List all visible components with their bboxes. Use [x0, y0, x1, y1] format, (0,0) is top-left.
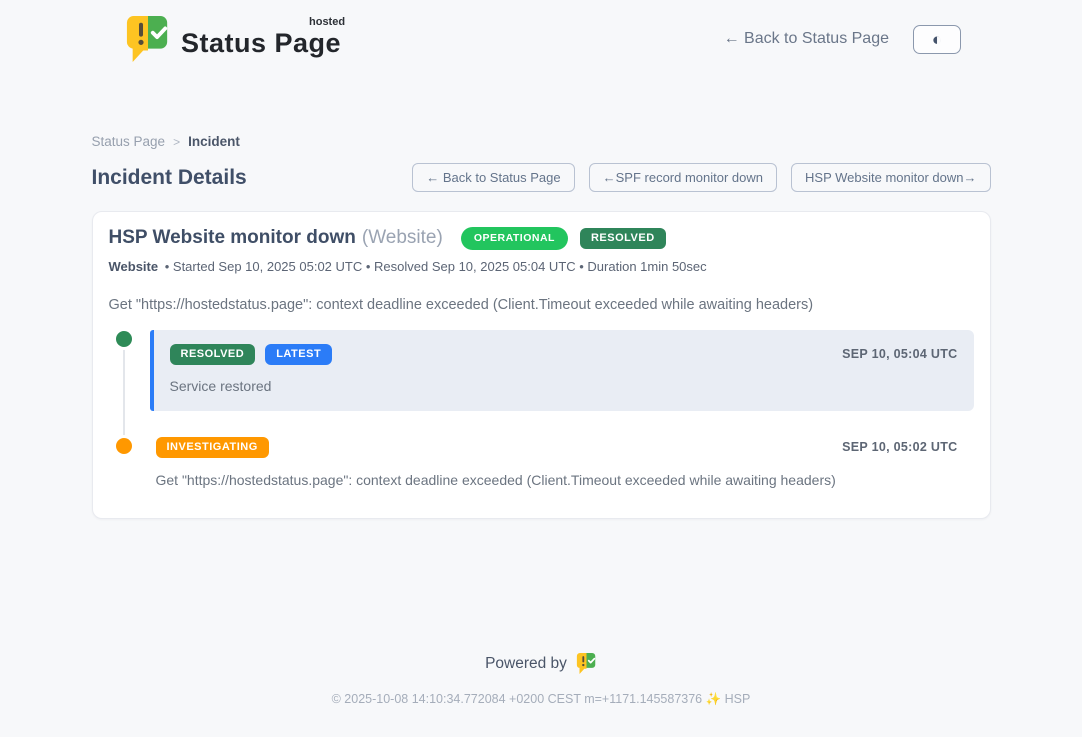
incident-card: HSP Website monitor down (Website) OPERA…	[92, 211, 991, 519]
timeline-item-investigating: INVESTIGATING SEP 10, 05:02 UTC Get "htt…	[150, 437, 974, 488]
timeline-timestamp: SEP 10, 05:04 UTC	[842, 347, 957, 361]
header-back-to-status-page-link[interactable]: ← Back to Status Page	[724, 30, 889, 48]
timeline-dot-orange	[116, 438, 132, 454]
incident-meta-details: • Started Sep 10, 2025 05:02 UTC • Resol…	[165, 259, 707, 274]
timeline-timestamp: SEP 10, 05:02 UTC	[842, 440, 957, 454]
footer: Powered by © 2025-10-08 14:10:34.772084 …	[0, 652, 1082, 707]
powered-by: Powered by	[0, 652, 1082, 675]
copyright-line: © 2025-10-08 14:10:34.772084 +0200 CEST …	[0, 692, 1082, 707]
main-content: Status Page > Incident Incident Details …	[92, 134, 991, 519]
timeline-badges: RESOLVED LATEST	[170, 344, 333, 365]
incident-meta-component: Website	[109, 259, 159, 274]
timeline-update-highlighted: RESOLVED LATEST SEP 10, 05:04 UTC Servic…	[150, 330, 974, 411]
incident-description: Get "https://hostedstatus.page": context…	[109, 297, 974, 313]
logo-text: Status Page	[181, 28, 341, 58]
timeline-message: Service restored	[170, 378, 958, 394]
timeline-update-plain: INVESTIGATING SEP 10, 05:02 UTC Get "htt…	[150, 437, 974, 488]
breadcrumb: Status Page > Incident	[92, 134, 991, 149]
resolved-state-badge: RESOLVED	[580, 228, 666, 249]
breadcrumb-separator: >	[173, 135, 180, 149]
back-to-status-page-button[interactable]: ← Back to Status Page	[412, 163, 574, 192]
incident-card-title-row: HSP Website monitor down (Website) OPERA…	[109, 227, 974, 250]
latest-badge: LATEST	[265, 344, 332, 365]
incident-meta-line: Website • Started Sep 10, 2025 05:02 UTC…	[109, 259, 974, 274]
investigating-badge: INVESTIGATING	[156, 437, 269, 458]
timeline-update-header: RESOLVED LATEST SEP 10, 05:04 UTC	[170, 344, 958, 365]
resolved-badge: RESOLVED	[170, 344, 256, 365]
timeline-item-resolved: RESOLVED LATEST SEP 10, 05:04 UTC Servic…	[150, 330, 974, 411]
header: hosted Status Page ← Back to Status Page…	[0, 0, 1082, 72]
incident-nav-buttons: ← Back to Status Page ←SPF record monito…	[412, 163, 990, 192]
timeline-update-header: INVESTIGATING SEP 10, 05:02 UTC	[156, 437, 958, 458]
half-circle-contrast-icon: ◐	[932, 31, 942, 48]
status-page-bubble-icon[interactable]	[576, 652, 597, 675]
breadcrumb-incident: Incident	[188, 134, 240, 149]
title-row: Incident Details ← Back to Status Page ←…	[92, 163, 991, 192]
prev-incident-button[interactable]: ←SPF record monitor down	[589, 163, 777, 192]
logo-hosted-label: hosted	[309, 16, 345, 28]
page-title: Incident Details	[92, 166, 247, 190]
timeline-message: Get "https://hostedstatus.page": context…	[156, 472, 958, 488]
logo-text-wrap: hosted Status Page	[181, 20, 341, 59]
status-page-logo[interactable]: hosted Status Page	[125, 14, 341, 64]
breadcrumb-status-page[interactable]: Status Page	[92, 134, 166, 149]
timeline-badges: INVESTIGATING	[156, 437, 269, 458]
theme-toggle-button[interactable]: ◐	[913, 25, 961, 54]
incident-component: (Website)	[362, 227, 443, 249]
powered-by-label: Powered by	[485, 655, 567, 673]
operational-status-badge: OPERATIONAL	[461, 227, 568, 250]
next-incident-button[interactable]: HSP Website monitor down→	[791, 163, 990, 192]
header-right: ← Back to Status Page ◐	[724, 25, 961, 54]
timeline-dot-green	[116, 331, 132, 347]
incident-timeline: RESOLVED LATEST SEP 10, 05:04 UTC Servic…	[109, 330, 974, 488]
status-page-bubble-icon	[125, 14, 171, 64]
incident-title: HSP Website monitor down	[109, 227, 356, 249]
